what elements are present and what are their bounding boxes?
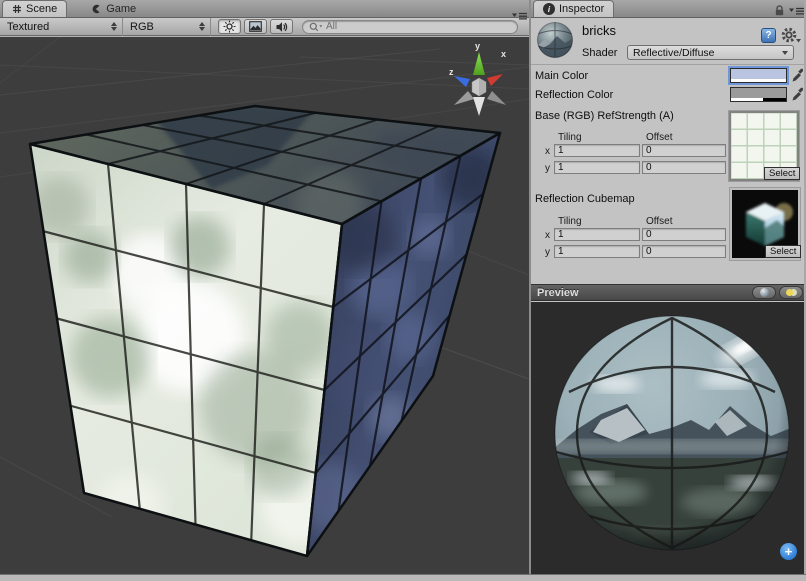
updown-arrows-icon (199, 22, 205, 31)
cubemap-offset-x-input[interactable] (642, 228, 726, 241)
base-texture-label: Base (RGB) RefStrength (A) (535, 110, 674, 122)
gizmo-back-axis-cone[interactable] (487, 91, 506, 105)
shader-label: Shader (582, 47, 618, 59)
reflection-cubemap-label: Reflection Cubemap (535, 193, 635, 205)
inspector-tabstrip: i Inspector (531, 0, 806, 18)
reflection-color-swatch[interactable] (730, 87, 787, 102)
tab-inspector-label: Inspector (559, 3, 605, 15)
scene-grid-icon (13, 5, 21, 13)
color-mode-dropdown[interactable]: RGB (123, 17, 211, 36)
updown-arrows-icon (111, 22, 117, 31)
shader-dropdown[interactable]: Reflective/Diffuse (627, 45, 794, 60)
alpha-bar (731, 98, 786, 101)
gear-icon (781, 27, 801, 43)
chevron-down-icon (782, 50, 788, 55)
unity-editor-window: Scene Game Textured RGB All y x z i Insp… (0, 0, 806, 581)
preview-header[interactable]: Preview (531, 284, 806, 301)
scene-audio-toggle[interactable] (270, 19, 293, 34)
scene-search-field[interactable] (302, 19, 518, 34)
divider (531, 64, 806, 65)
reflection-color-label: Reflection Color (535, 89, 614, 101)
view-orientation-gizmo[interactable]: y x z (449, 41, 506, 116)
sun-icon (223, 20, 236, 33)
axis-x-label: x (545, 230, 550, 241)
cubemap-offset-y-input[interactable] (642, 245, 726, 258)
scene-skybox-toggle[interactable] (244, 19, 267, 34)
pane-menu-icon (512, 12, 527, 20)
inspector-panel: i Inspector bricks Shader Reflective/Dif… (531, 0, 806, 575)
info-icon: i (543, 3, 555, 15)
tab-scene-label: Scene (26, 3, 58, 15)
main-color-swatch[interactable] (730, 68, 787, 83)
preview-title: Preview (537, 286, 579, 299)
gizmo-center-cube-shade (479, 78, 486, 96)
material-name: bricks (582, 23, 616, 38)
image-icon (249, 21, 262, 32)
main-color-label: Main Color (535, 70, 589, 82)
preview-mesh-button[interactable] (752, 286, 776, 299)
search-icon (309, 22, 323, 31)
base-tiling-y-input[interactable] (554, 161, 640, 174)
cube-object[interactable] (28, 104, 502, 558)
window-edge (0, 574, 806, 581)
base-texture-select-button[interactable]: Select (764, 167, 801, 180)
gizmo-x-axis-cone[interactable] (487, 74, 503, 86)
material-preview-ball (537, 22, 573, 58)
tiling-header: Tiling (558, 216, 582, 227)
shader-value: Reflective/Diffuse (633, 46, 715, 59)
scene-viewport[interactable]: y x z (0, 37, 529, 574)
material-options-button[interactable] (781, 27, 801, 47)
gizmo-x-label: x (501, 49, 506, 59)
base-offset-y-input[interactable] (642, 161, 726, 174)
gizmo-z-label: z (449, 67, 454, 77)
material-preview-area[interactable] (531, 302, 806, 575)
speaker-icon (276, 21, 288, 32)
tab-game-label: Game (106, 2, 137, 15)
draw-mode-value: Textured (7, 20, 50, 33)
inspector-lock-button[interactable] (774, 4, 785, 19)
game-pacman-icon (92, 4, 100, 13)
lock-icon (775, 5, 784, 16)
axis-x-label: x (545, 146, 550, 157)
offset-header: Offset (646, 216, 673, 227)
material-inspector: bricks Shader Reflective/Diffuse ? Main … (531, 18, 806, 284)
scene-canvas[interactable]: y x z (0, 37, 529, 574)
sphere-icon (759, 288, 769, 297)
search-input[interactable] (326, 21, 486, 32)
tab-scene[interactable]: Scene (2, 0, 68, 17)
cubemap-tiling-x-input[interactable] (554, 228, 640, 241)
gizmo-back-axis-cone[interactable] (454, 91, 474, 105)
light-dot-icon (785, 289, 793, 296)
preview-lighting-button[interactable] (779, 286, 803, 299)
color-mode-value: RGB (130, 20, 154, 33)
draw-mode-dropdown[interactable]: Textured (0, 17, 123, 36)
gizmo-y-label: y (475, 41, 480, 51)
eyedropper-icon (792, 87, 804, 101)
eyedropper-icon (792, 68, 804, 82)
tab-game[interactable]: Game (81, 0, 145, 17)
axis-y-label: y (545, 163, 550, 174)
cubemap-select-button[interactable]: Select (765, 245, 802, 258)
scene-pane-menu[interactable] (512, 12, 527, 21)
scene-toolbar: Textured RGB (0, 17, 529, 36)
scene-tabstrip: Scene Game (0, 0, 529, 18)
tab-inspector[interactable]: i Inspector (533, 0, 615, 17)
base-offset-x-input[interactable] (642, 144, 726, 157)
add-button[interactable]: + (780, 543, 797, 560)
pane-menu-icon (789, 7, 804, 15)
tiling-header: Tiling (558, 132, 582, 143)
base-tiling-x-input[interactable] (554, 144, 640, 157)
preview-sphere (554, 315, 790, 551)
offset-header: Offset (646, 132, 673, 143)
alpha-bar (731, 79, 786, 82)
inspector-pane-menu[interactable] (789, 7, 804, 16)
main-color-eyedropper[interactable] (791, 67, 804, 86)
reflection-color-eyedropper[interactable] (791, 86, 804, 105)
help-button[interactable]: ? (761, 28, 776, 43)
axis-y-label: y (545, 247, 550, 258)
scene-lighting-toggle[interactable] (218, 19, 241, 34)
cubemap-tiling-y-input[interactable] (554, 245, 640, 258)
